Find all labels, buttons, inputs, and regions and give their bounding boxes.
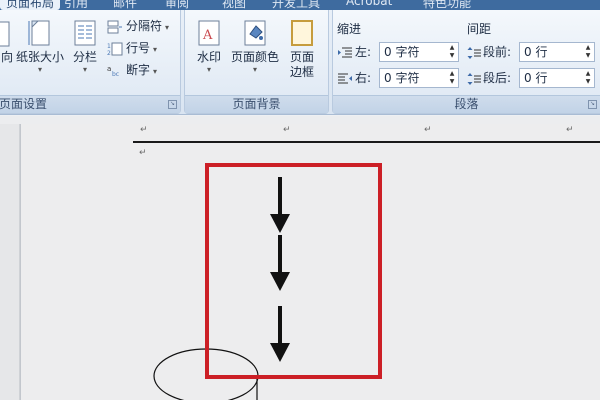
down-arrow-2[interactable] (270, 235, 290, 291)
down-arrow-3[interactable] (270, 306, 290, 362)
highlight-box (205, 163, 382, 379)
drawing-layer (153, 163, 382, 400)
down-arrow-1[interactable] (270, 177, 290, 233)
